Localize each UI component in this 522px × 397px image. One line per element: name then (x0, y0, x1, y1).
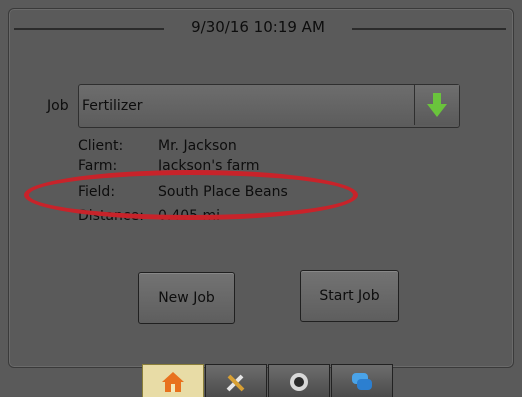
tools-icon (226, 374, 245, 392)
highlight-ellipse (24, 170, 358, 220)
job-dropdown-value: Fertilizer (82, 98, 143, 114)
tab-home[interactable] (142, 364, 204, 397)
sensor-icon (290, 373, 308, 391)
job-screen: 9/30/16 10:19 AM Job Fertilizer Client: M… (0, 0, 522, 397)
job-dropdown-button[interactable] (414, 85, 459, 125)
client-label: Client: (78, 138, 124, 154)
new-job-button[interactable]: New Job (138, 272, 235, 324)
start-job-button[interactable]: Start Job (300, 270, 399, 322)
tab-chat[interactable] (331, 364, 393, 397)
chat-icon (352, 373, 372, 390)
client-row: Client: Mr. Jackson (78, 138, 237, 154)
tab-sensor[interactable] (268, 364, 330, 397)
home-icon (162, 372, 184, 392)
header-divider-right (352, 28, 506, 30)
datetime-display: 9/30/16 10:19 AM (191, 18, 325, 36)
header-divider-left (14, 28, 164, 30)
client-value: Mr. Jackson (158, 138, 237, 154)
job-label: Job (47, 98, 69, 114)
job-dropdown[interactable]: Fertilizer (78, 84, 460, 128)
bottom-tab-bar (142, 364, 397, 397)
arrow-down-icon (427, 93, 447, 117)
tab-tools[interactable] (205, 364, 267, 397)
